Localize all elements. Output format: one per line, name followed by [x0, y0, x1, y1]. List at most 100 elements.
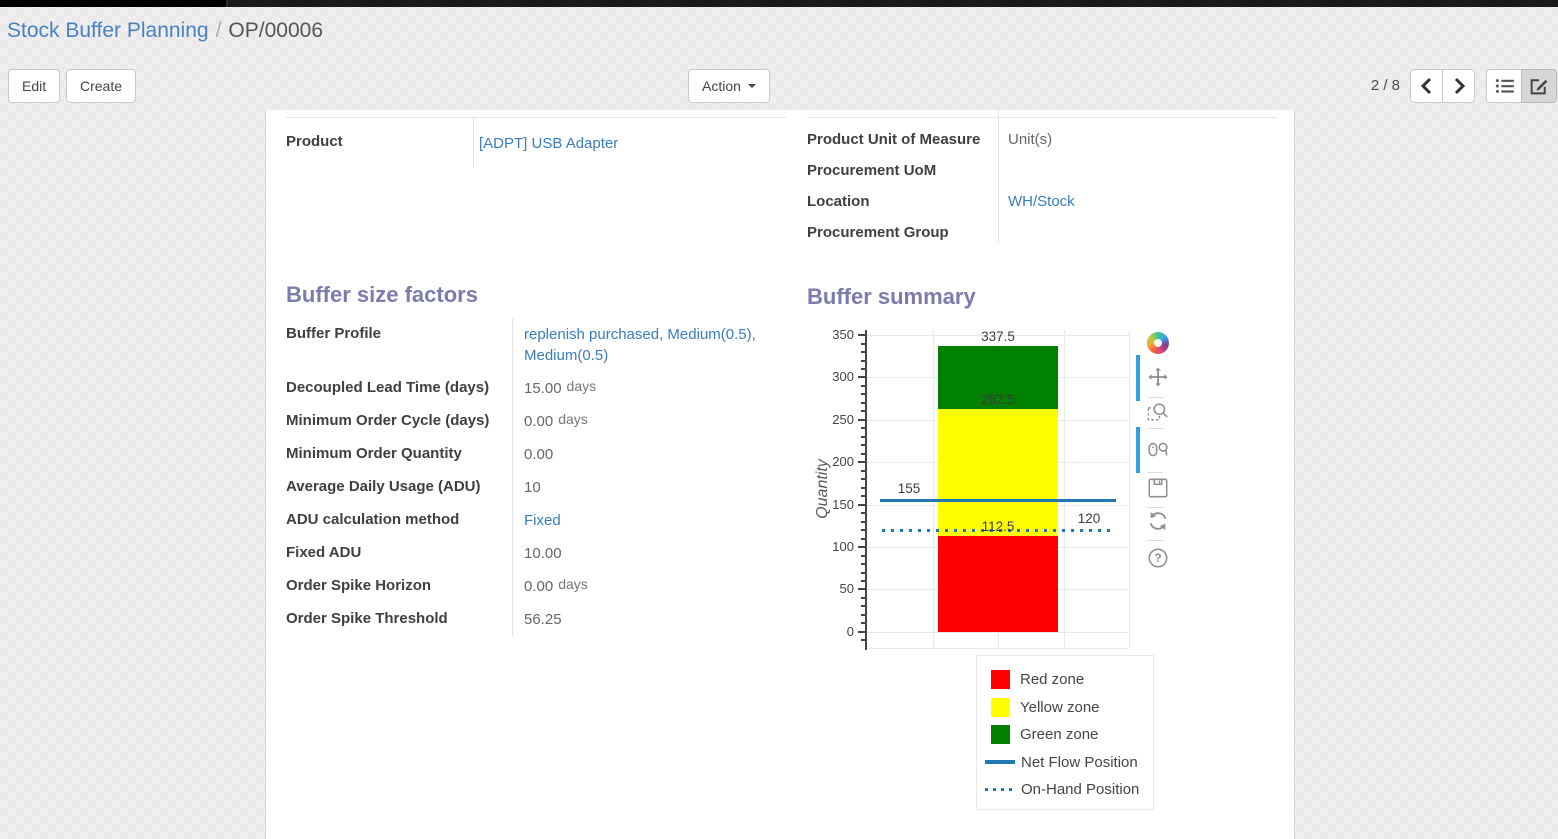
field-value-cell: 10.00 — [512, 537, 778, 570]
field-label: Minimum Order Quantity — [286, 438, 512, 471]
row-divider — [807, 117, 1276, 118]
breadcrumb-parent-link[interactable]: Stock Buffer Planning — [7, 19, 209, 42]
legend-item-on-hand-position[interactable]: On-Hand Position — [991, 776, 1153, 804]
field-row-average-daily-usage-adu: Average Daily Usage (ADU)10 — [286, 471, 778, 504]
field-value: Unit(s) — [998, 131, 1052, 148]
edit-button[interactable]: Edit — [8, 69, 60, 103]
legend-label: On-Hand Position — [1021, 781, 1139, 798]
field-value-cell: 56.25 — [512, 603, 778, 636]
form-view-button[interactable] — [1521, 69, 1557, 103]
field-label: Decoupled Lead Time (days) — [286, 372, 512, 405]
action-button-label: Action — [702, 78, 741, 94]
next-page-button[interactable] — [1442, 69, 1475, 103]
buffer-factors-table: Buffer Profile replenish purchased, Mediu… — [286, 318, 778, 636]
chart-tick-label: 350 — [807, 327, 854, 343]
breadcrumb-separator: / — [216, 19, 222, 42]
field-row-minimum-order-cycle-days: Minimum Order Cycle (days) 0.00 days — [286, 405, 778, 438]
field-label: Procurement UoM — [807, 162, 998, 179]
chart-gridline-h — [867, 632, 1129, 633]
legend-item-net-flow-position[interactable]: Net Flow Position — [991, 749, 1153, 777]
field-value-product[interactable]: [ADPT] USB Adapter — [479, 135, 618, 152]
chevron-left-icon — [1419, 77, 1435, 95]
pager-buttons — [1410, 69, 1475, 103]
section-title-buffer-summary: Buffer summary — [807, 284, 976, 310]
field-value-cell: 15.00days — [512, 372, 778, 405]
form-sheet: Product [ADPT] USB Adapter Product Unit … — [265, 110, 1295, 839]
pan-icon[interactable] — [1146, 365, 1170, 389]
field-row-buffer-profile: Buffer Profile replenish purchased, Mediu… — [286, 318, 778, 372]
bar-value-label: 262.5 — [958, 392, 1038, 408]
reset-axes-icon[interactable] — [1146, 509, 1170, 533]
svg-text:?: ? — [1154, 551, 1161, 565]
field-value: 0.00 — [524, 413, 553, 430]
chart-y-axis — [865, 330, 867, 650]
field-row-adu-calculation-method: ADU calculation method Fixed — [286, 504, 778, 537]
field-value[interactable]: WH/Stock — [998, 193, 1075, 210]
previous-page-button[interactable] — [1410, 69, 1443, 103]
zoom-box-icon[interactable] — [1146, 400, 1170, 424]
modebar-divider — [1148, 472, 1163, 473]
zone-yellow-zone — [938, 409, 1058, 536]
field-value-cell: 0.00 days — [512, 570, 778, 603]
field-value[interactable]: replenish purchased, Medium(0.5), Medium… — [524, 326, 756, 364]
chevron-right-icon — [1451, 77, 1467, 95]
legend-swatch — [985, 788, 1015, 791]
field-row-procurement-uom: Procurement UoM — [807, 156, 1276, 187]
field-value[interactable]: Fixed — [524, 512, 561, 529]
field-value-cell: Fixed — [512, 504, 778, 537]
net-flow-position-line[interactable] — [880, 499, 1116, 502]
field-row-procurement-group: Procurement Group — [807, 218, 1276, 249]
compare-hover-icon[interactable] — [1146, 438, 1170, 462]
field-row-fixed-adu: Fixed ADU10.00 — [286, 537, 778, 570]
breadcrumb: Stock Buffer Planning/OP/00006 — [7, 19, 323, 43]
field-value: 0.00 — [524, 578, 553, 595]
legend-swatch — [991, 725, 1010, 744]
product-group-right: Product Unit of MeasureUnit(s) Procuremen… — [807, 110, 1276, 250]
legend-label: Red zone — [1020, 671, 1084, 688]
top-menu-strip-segment — [0, 0, 228, 7]
chart-legend: Red zone Yellow zone Green zone Net Flow Po… — [976, 655, 1154, 810]
field-label: Minimum Order Cycle (days) — [286, 405, 512, 438]
field-value: 0.00 — [524, 446, 553, 463]
line-value-label: 155 — [879, 481, 939, 497]
legend-label: Green zone — [1020, 726, 1098, 743]
product-group-left: Product [ADPT] USB Adapter — [286, 117, 786, 172]
field-row-product-unit-of-measure: Product Unit of MeasureUnit(s) — [807, 125, 1276, 156]
help-icon[interactable]: ? — [1146, 546, 1170, 570]
legend-item-green-zone[interactable]: Green zone — [991, 721, 1153, 749]
field-row-minimum-order-quantity: Minimum Order Quantity 0.00 — [286, 438, 778, 471]
chart-tick-label: 200 — [807, 454, 854, 470]
field-value-cell: 0.00 — [512, 438, 778, 471]
chart-tick-label: 150 — [807, 497, 854, 513]
field-row-order-spike-horizon: Order Spike Horizon0.00days — [286, 570, 778, 603]
chart-tick-label: 0 — [807, 624, 854, 640]
field-unit-suffix: days — [558, 411, 588, 427]
form-view-icon — [1530, 77, 1548, 95]
chart-tick-label: 50 — [807, 581, 854, 597]
field-unit-suffix: days — [567, 378, 597, 394]
action-button[interactable]: Action — [688, 69, 770, 103]
legend-item-yellow-zone[interactable]: Yellow zone — [991, 694, 1153, 722]
modebar-divider — [1148, 507, 1163, 508]
bar-value-label: 337.5 — [958, 329, 1038, 345]
list-view-button[interactable] — [1486, 69, 1522, 103]
modebar-divider — [1148, 540, 1163, 541]
chart-tick-label: 250 — [807, 412, 854, 428]
field-value: 10 — [524, 479, 541, 496]
legend-item-red-zone[interactable]: Red zone — [991, 666, 1153, 694]
save-icon[interactable] — [1146, 476, 1170, 500]
modebar-active-indicator — [1136, 355, 1140, 401]
plotly-logo-icon[interactable] — [1146, 331, 1170, 355]
column-divider — [473, 118, 474, 168]
field-label: Fixed ADU — [286, 537, 512, 570]
field-value: 56.25 — [524, 611, 562, 628]
field-label: ADU calculation method — [286, 504, 512, 537]
field-unit-suffix: days — [558, 576, 588, 592]
field-value-cell: 10 — [512, 471, 778, 504]
section-title-buffer-size-factors: Buffer size factors — [286, 282, 478, 308]
create-button[interactable]: Create — [66, 69, 136, 103]
chart-plot-bottom-border — [867, 648, 1129, 649]
field-label: Buffer Profile — [286, 318, 512, 372]
buffer-chart[interactable]: Quantity Red zoneYellow zoneGreen zoneNe… — [807, 325, 1277, 825]
caret-down-icon — [748, 84, 756, 88]
